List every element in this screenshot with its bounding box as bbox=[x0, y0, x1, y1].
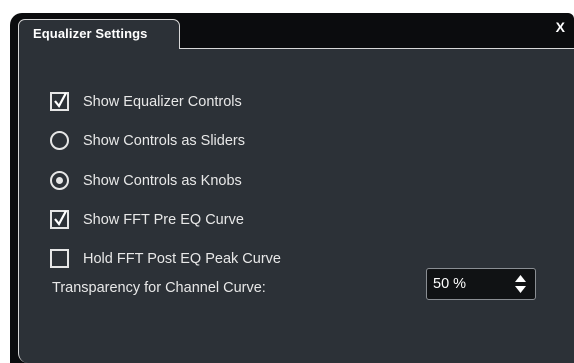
show-fft-pre-eq-curve-option[interactable]: Show FFT Pre EQ Curve bbox=[50, 210, 244, 229]
transparency-spinbox[interactable]: 50 % bbox=[426, 268, 536, 300]
show-equalizer-controls-checkbox[interactable] bbox=[50, 92, 69, 111]
radio-selected-dot bbox=[56, 177, 63, 184]
equalizer-settings-window: Equalizer Settings X Show Equalizer Cont… bbox=[10, 13, 574, 363]
show-fft-pre-eq-curve-checkbox[interactable] bbox=[50, 210, 69, 229]
show-controls-as-sliders-label: Show Controls as Sliders bbox=[83, 132, 245, 149]
close-icon[interactable]: X bbox=[556, 20, 565, 34]
settings-panel: Show Equalizer Controls Show Controls as… bbox=[18, 48, 574, 363]
show-controls-as-knobs-label: Show Controls as Knobs bbox=[83, 172, 242, 189]
show-equalizer-controls-option[interactable]: Show Equalizer Controls bbox=[50, 92, 242, 111]
show-controls-as-sliders-radio[interactable] bbox=[50, 131, 69, 150]
hold-fft-post-eq-peak-curve-checkbox[interactable] bbox=[50, 249, 69, 268]
show-controls-as-knobs-option[interactable]: Show Controls as Knobs bbox=[50, 171, 242, 190]
tab-title: Equalizer Settings bbox=[33, 26, 148, 41]
show-controls-as-knobs-radio[interactable] bbox=[50, 171, 69, 190]
hold-fft-post-eq-peak-curve-label: Hold FFT Post EQ Peak Curve bbox=[83, 250, 281, 267]
hold-fft-post-eq-peak-curve-option[interactable]: Hold FFT Post EQ Peak Curve bbox=[50, 249, 281, 268]
tab-equalizer-settings[interactable]: Equalizer Settings bbox=[18, 19, 180, 49]
transparency-value[interactable]: 50 % bbox=[433, 276, 466, 292]
spinner-arrows-icon[interactable] bbox=[515, 275, 526, 293]
checkmark-icon bbox=[54, 92, 67, 108]
show-fft-pre-eq-curve-label: Show FFT Pre EQ Curve bbox=[83, 211, 244, 228]
transparency-label: Transparency for Channel Curve: bbox=[52, 280, 266, 296]
checkmark-icon bbox=[54, 210, 67, 226]
show-equalizer-controls-label: Show Equalizer Controls bbox=[83, 93, 242, 110]
show-controls-as-sliders-option[interactable]: Show Controls as Sliders bbox=[50, 131, 245, 150]
